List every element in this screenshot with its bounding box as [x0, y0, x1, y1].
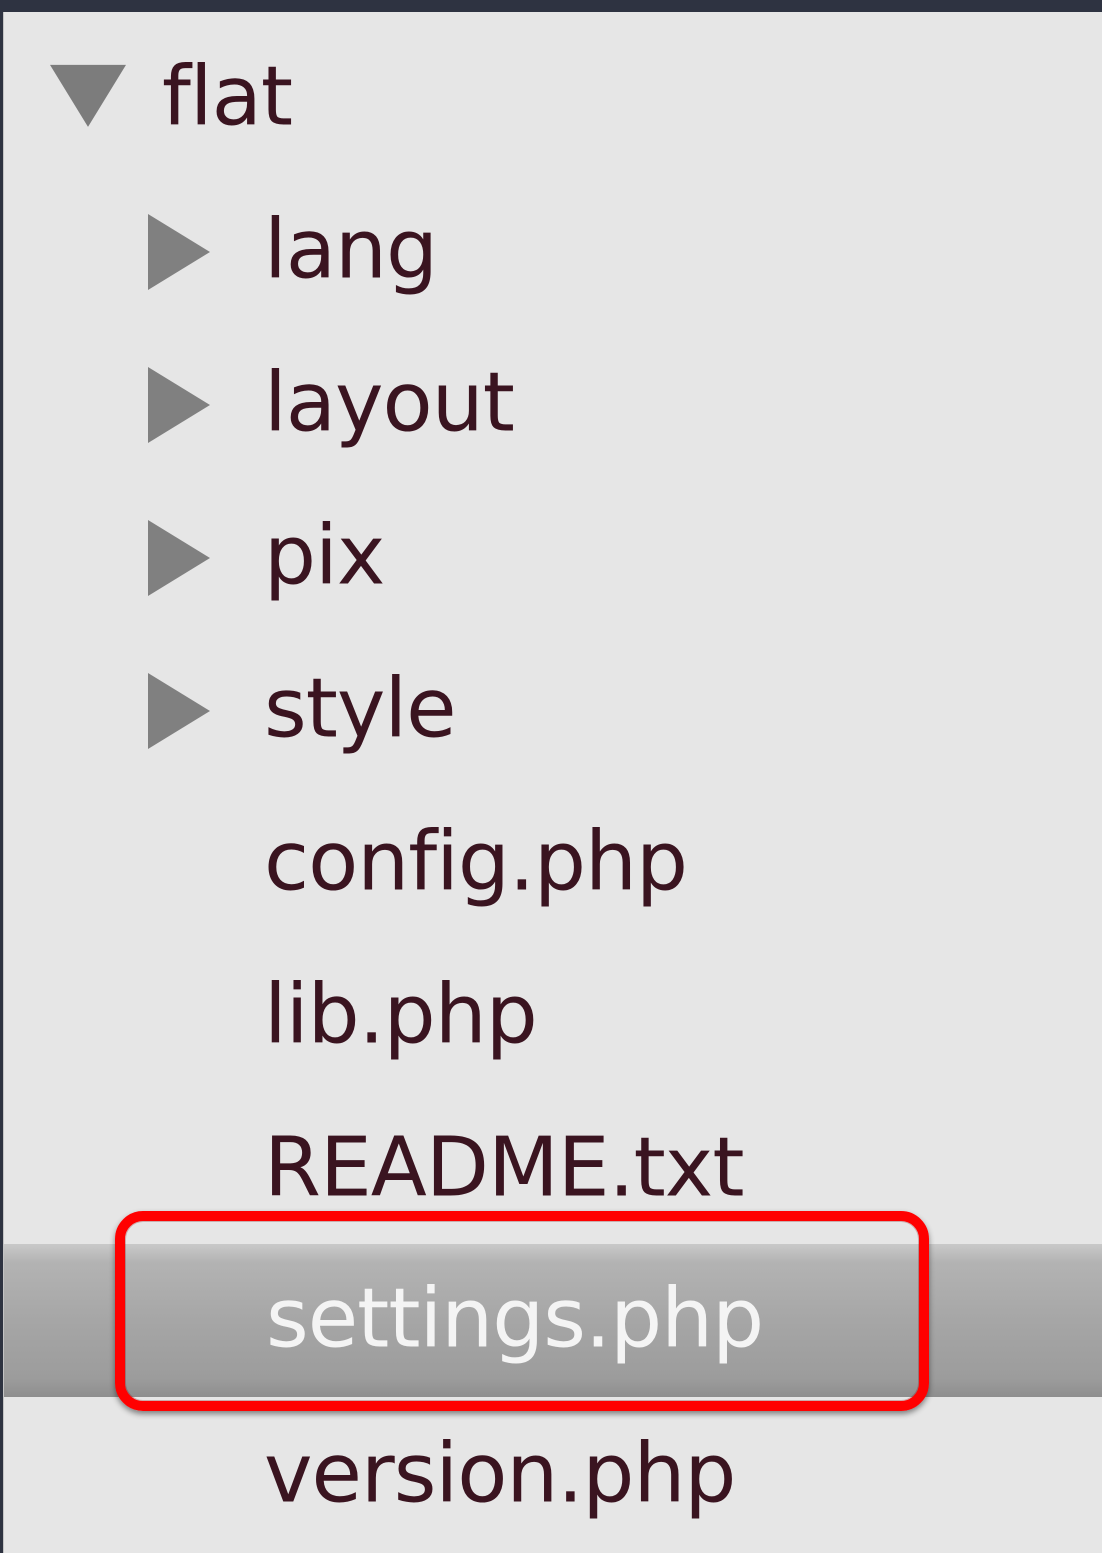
tree-item-readme-txt[interactable]: README.txt: [4, 1093, 1102, 1246]
tree-item-label: version.php: [264, 1425, 736, 1521]
tree-item-layout[interactable]: layout: [4, 328, 1102, 481]
tree-item-lang[interactable]: lang: [4, 175, 1102, 328]
tree-item-version-php[interactable]: version.php: [4, 1399, 1102, 1552]
tree-item-config-php[interactable]: config.php: [4, 787, 1102, 940]
triangle-right-icon[interactable]: [148, 672, 210, 749]
tree-item-label: config.php: [264, 813, 688, 909]
tree-item-label: layout: [264, 354, 515, 450]
tree-item-label: pix: [264, 507, 385, 603]
file-tree-panel: flat lang layout pix style config.php li…: [3, 12, 1102, 1553]
tree-item-pix[interactable]: pix: [4, 481, 1102, 634]
tree-item-flat[interactable]: flat: [4, 22, 1102, 175]
triangle-down-icon[interactable]: [50, 64, 126, 127]
tree-item-label: style: [264, 660, 457, 756]
triangle-right-icon[interactable]: [148, 213, 210, 290]
tree-item-label: lib.php: [264, 966, 538, 1062]
triangle-right-icon[interactable]: [148, 519, 210, 596]
tree-item-style[interactable]: style: [4, 634, 1102, 787]
tree-item-lib-php[interactable]: lib.php: [4, 940, 1102, 1093]
tree-item-label: lang: [264, 201, 438, 297]
tree-item-label: flat: [162, 48, 293, 144]
tree-item-label: settings.php: [266, 1270, 764, 1366]
triangle-right-icon[interactable]: [148, 366, 210, 443]
tree-item-label: README.txt: [264, 1119, 744, 1215]
tree-item-settings-php[interactable]: settings.php: [4, 1244, 1102, 1397]
